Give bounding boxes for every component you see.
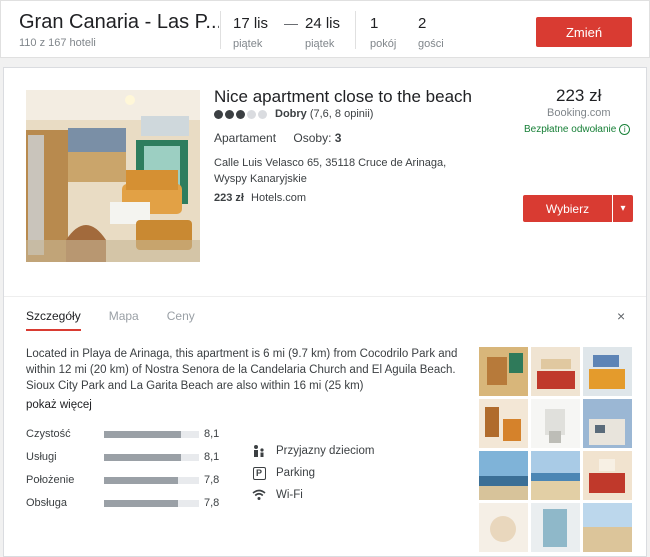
rooms-value: 1 <box>370 15 379 32</box>
rating-text: Dobry (7,6, 8 opinii) <box>275 108 373 120</box>
show-more-link[interactable]: pokaż więcej <box>26 399 92 411</box>
rating-dot <box>214 109 223 119</box>
gallery-thumbnail[interactable] <box>479 451 528 500</box>
hero-photo[interactable] <box>26 90 200 262</box>
destination-title: Gran Canaria - Las P... <box>19 11 219 33</box>
rating-bar-fill <box>104 477 179 484</box>
amenity-item: Wi-Fi <box>252 484 374 506</box>
guests-label: gości <box>418 38 444 50</box>
free-cancellation: Bezpłatne odwołanie i <box>524 124 631 135</box>
amenity-label: Wi-Fi <box>276 489 303 501</box>
info-icon[interactable]: i <box>619 124 631 135</box>
select-button[interactable]: Wybierz <box>523 195 612 222</box>
amenity-label: Parking <box>276 467 315 479</box>
gallery-thumbnail[interactable] <box>479 399 528 448</box>
rating-category: Obsługa <box>26 497 67 509</box>
close-icon[interactable]: × <box>617 308 625 324</box>
rooms-label: pokój <box>370 38 397 50</box>
divider <box>355 11 356 49</box>
guests-block[interactable]: 2 gości <box>418 15 444 50</box>
guests-label: Osoby: <box>293 131 332 145</box>
gallery-thumbnail[interactable] <box>531 451 580 500</box>
rating-dot <box>247 109 256 119</box>
gallery-thumbnail[interactable] <box>531 503 580 552</box>
destination-block[interactable]: Gran Canaria - Las P... 110 z 167 hoteli <box>19 11 219 49</box>
tab-map[interactable]: Mapa <box>109 309 139 331</box>
rating-category: Położenie <box>26 474 75 486</box>
search-summary-bar: Gran Canaria - Las P... 110 z 167 hoteli… <box>0 0 650 58</box>
rating-label: Dobry <box>275 108 307 120</box>
hotel-count: 110 z 167 hoteli <box>19 37 96 49</box>
gallery-thumbnail[interactable] <box>479 503 528 552</box>
rating-bar-fill <box>104 431 181 438</box>
parking-icon: P <box>252 466 266 480</box>
rating-bar <box>104 477 199 484</box>
amenity-label: Przyjazny dzieciom <box>276 445 375 457</box>
gallery-thumbnail[interactable] <box>583 451 632 500</box>
divider <box>4 296 646 297</box>
offer-price: 223 zł <box>214 192 244 204</box>
divider <box>220 11 221 49</box>
rating-value: 7,8 <box>204 474 220 486</box>
checkin-day: piątek <box>233 38 263 50</box>
gallery-thumbnail[interactable] <box>583 347 632 396</box>
rating-bar-fill <box>104 500 179 507</box>
amenity-item: P Parking <box>252 462 374 484</box>
listing-title[interactable]: Nice apartment close to the beach <box>214 87 472 107</box>
gallery-thumbnail[interactable] <box>531 347 580 396</box>
tab-details[interactable]: Szczegóły <box>26 309 81 331</box>
amenities-list: Przyjazny dzieciom P Parking Wi-Fi <box>252 440 374 506</box>
rating-bar <box>104 500 199 507</box>
free-cancellation-label: Bezpłatne odwołanie <box>524 124 617 135</box>
gallery-thumbnail[interactable] <box>583 399 632 448</box>
property-type: Apartament <box>214 131 277 145</box>
price: 223 zł <box>556 86 602 105</box>
rating-bar <box>104 431 199 438</box>
description: Located in Playa de Arinaga, this apartm… <box>26 348 458 392</box>
wifi-icon <box>252 488 266 502</box>
guests-value: 3 <box>334 131 342 145</box>
rating-dot <box>225 109 234 119</box>
change-button[interactable]: Zmień <box>536 17 632 47</box>
gallery-thumbnail[interactable] <box>583 503 632 552</box>
family-icon <box>252 444 266 458</box>
rooms-block[interactable]: 1 pokój <box>370 15 396 50</box>
rating-value: 8,1 <box>204 428 220 440</box>
checkin-block[interactable]: 17 lis piątek <box>233 15 268 50</box>
date-dash: — <box>284 15 298 31</box>
detail-tabs: Szczegóły Mapa Ceny <box>26 309 223 331</box>
rating-row: Dobry (7,6, 8 opinii) <box>214 108 373 120</box>
offer-source: Hotels.com <box>251 192 307 204</box>
checkout-date: 24 lis <box>305 15 341 32</box>
rating-dot <box>258 109 267 119</box>
price-source: Booking.com <box>547 107 611 119</box>
rating-dot <box>236 109 245 119</box>
address: Calle Luis Velasco 65, 35118 Cruce de Ar… <box>214 157 447 185</box>
rating-bar-fill <box>104 454 181 461</box>
tab-prices[interactable]: Ceny <box>167 309 195 331</box>
offer-row[interactable]: 223 zł Hotels.com <box>214 192 306 204</box>
rating-bar <box>104 454 199 461</box>
amenity-item: Przyjazny dzieciom <box>252 440 374 462</box>
gallery-thumbnail[interactable] <box>531 399 580 448</box>
rating-category: Czystość <box>26 428 71 440</box>
rating-score: (7,6, 8 opinii) <box>309 108 374 120</box>
checkout-block[interactable]: 24 lis piątek <box>305 15 340 50</box>
chevron-down-icon[interactable]: ▾ <box>613 195 633 222</box>
rating-value: 8,1 <box>204 451 220 463</box>
gallery-thumbnail[interactable] <box>479 347 528 396</box>
guests-value: 2 <box>418 15 427 32</box>
listing-card: Nice apartment close to the beach Dobry … <box>3 67 647 557</box>
type-row: Apartament Osoby: 3 <box>214 131 341 145</box>
checkout-day: piątek <box>305 38 335 50</box>
checkin-date: 17 lis <box>233 15 269 32</box>
rating-value: 7,8 <box>204 497 220 509</box>
rating-category: Usługi <box>26 451 57 463</box>
